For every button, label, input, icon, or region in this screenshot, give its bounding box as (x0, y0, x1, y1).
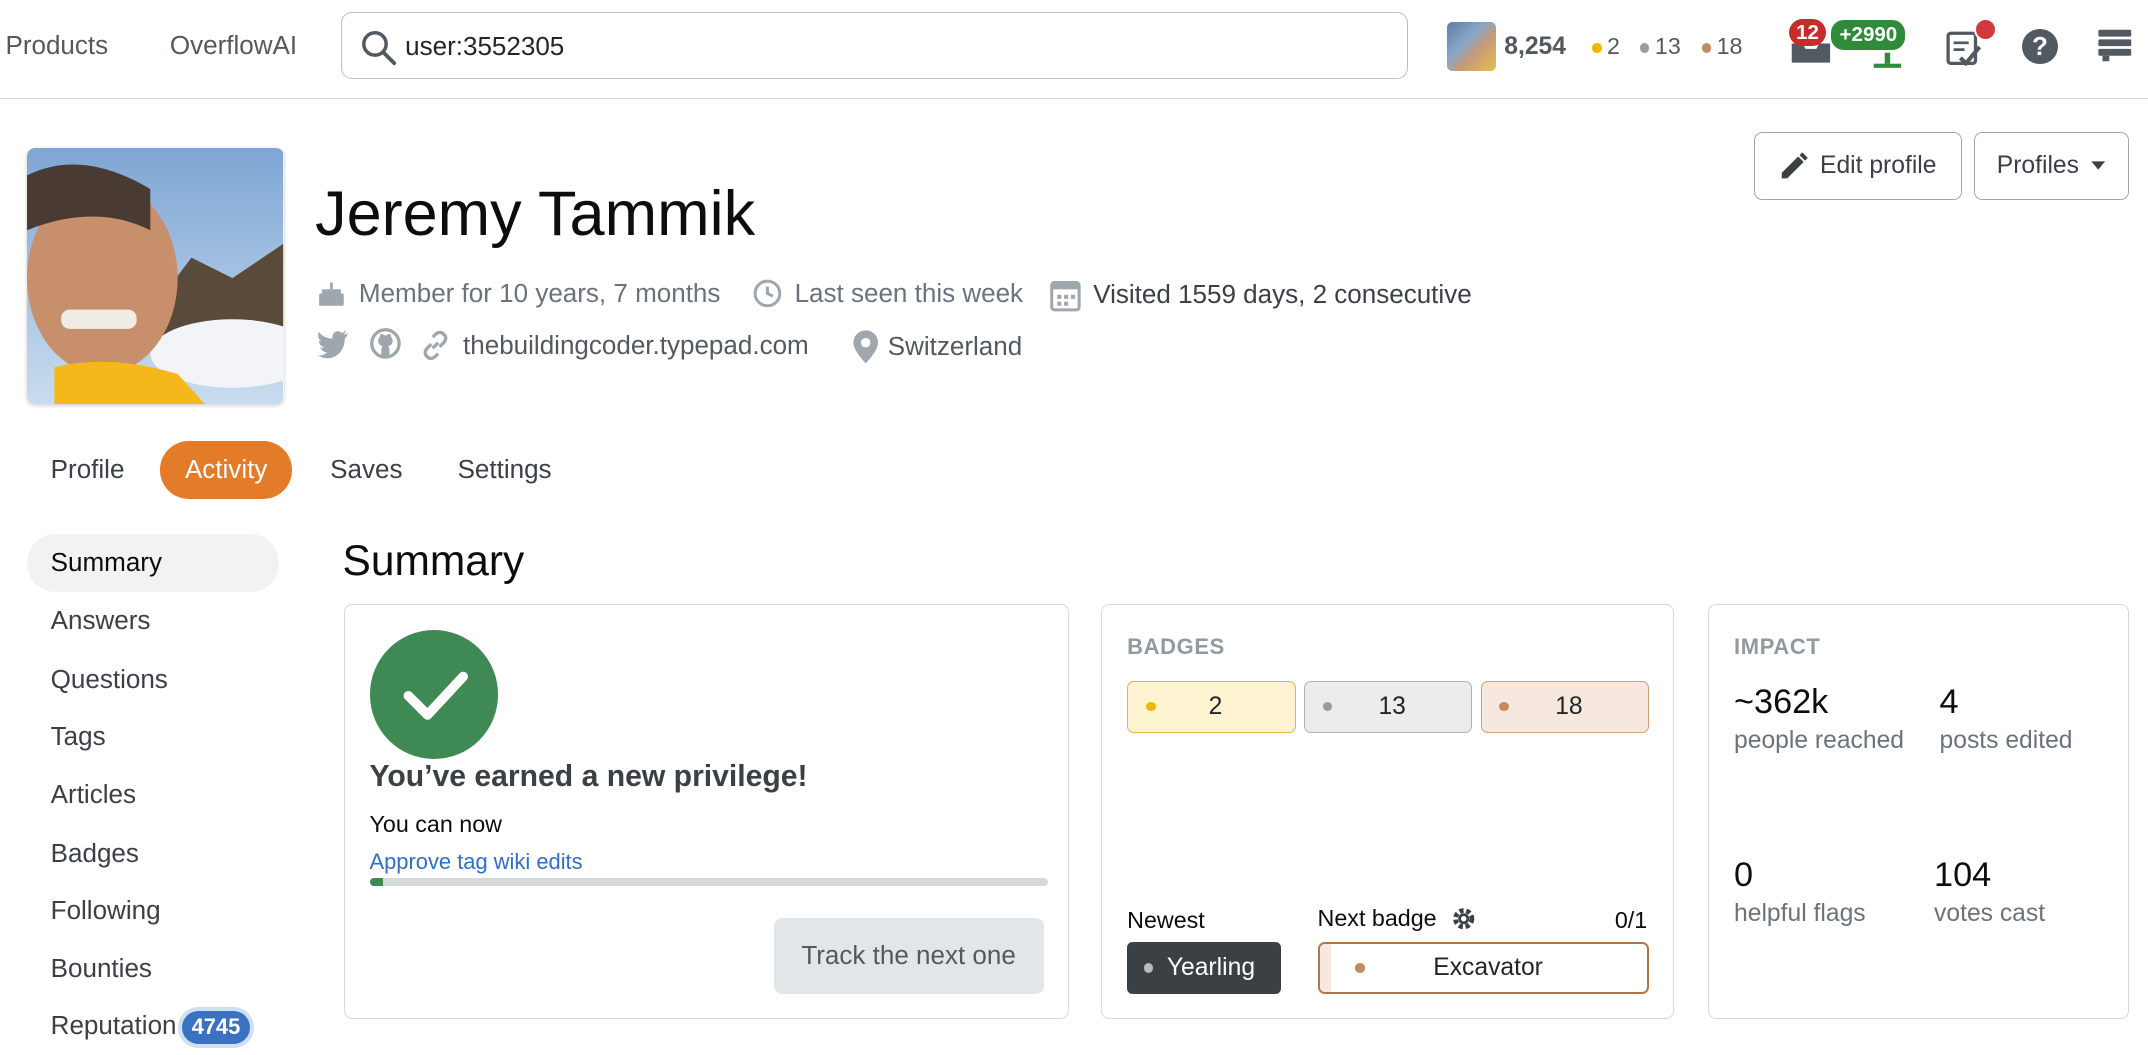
nav-overflowai[interactable]: OverflowAI (170, 30, 297, 61)
impact-card: IMPACT ~362k people reached 4 posts edit… (1708, 604, 2129, 1020)
privilege-progress-fill (369, 877, 384, 886)
impact-title: IMPACT (1734, 633, 1821, 659)
twitter-icon (317, 330, 348, 359)
location-pin-icon (853, 330, 879, 364)
sidebar-item-articles[interactable]: Articles (27, 766, 279, 824)
user-avatar[interactable] (1446, 21, 1497, 72)
calendar-icon (1050, 280, 1082, 312)
votes-cast-label: votes cast (1934, 899, 2046, 927)
sidebar-item-bounties[interactable]: Bounties (27, 940, 279, 998)
silver-badge-icon (1639, 42, 1650, 53)
tab-settings[interactable]: Settings (433, 441, 576, 499)
privilege-link[interactable]: Approve tag wiki edits (370, 849, 583, 875)
tab-saves[interactable]: Saves (306, 441, 428, 499)
newest-label: Newest (1127, 906, 1205, 933)
sidebar-item-reputation[interactable]: Reputation 4745 (27, 997, 279, 1055)
gold-dot-icon (1145, 701, 1156, 712)
github-icon (369, 328, 401, 360)
review-notification-dot (1974, 17, 1998, 42)
next-badge[interactable]: Excavator (1317, 942, 1650, 995)
privilege-progress-bar (369, 877, 1048, 886)
location: Switzerland (852, 329, 1022, 365)
reputation-count[interactable]: 8,254 (1504, 33, 1566, 61)
votes-cast-value: 104 (1934, 855, 1992, 894)
cake-icon (319, 282, 344, 306)
visited-days: Visited 1559 days, 2 consecutive (1049, 277, 1472, 313)
newest-badge[interactable]: Yearling (1127, 942, 1281, 995)
next-badge-progress-fill (1319, 944, 1331, 993)
bronze-dot-icon (1499, 701, 1509, 712)
tab-profile[interactable]: Profile (26, 441, 149, 499)
sidebar-item-following[interactable]: Following (27, 882, 279, 940)
gold-badge-icon (1591, 42, 1602, 53)
bronze-badges-pill[interactable]: 18 (1480, 680, 1650, 733)
people-reached-value: ~362k (1734, 683, 1829, 722)
pencil-icon (1781, 152, 1808, 179)
silver-badge-count[interactable]: 13 (1639, 33, 1681, 60)
search-icon (361, 31, 396, 66)
tab-activity[interactable]: Activity (160, 441, 292, 499)
posts-edited-label: posts edited (1939, 727, 2073, 755)
silver-badges-pill[interactable]: 13 (1303, 680, 1473, 733)
badges-title: BADGES (1127, 633, 1225, 659)
badges-card: BADGES 2 13 18 Newest Yearling Next badg… (1101, 604, 1675, 1020)
reputation-tab-count: 4745 (181, 1011, 250, 1044)
privilege-you-can-now: You can now (369, 810, 502, 837)
website-link[interactable]: thebuildingcoder.typepad.com (419, 329, 809, 362)
profiles-dropdown[interactable]: Profiles (1974, 131, 2129, 201)
helpful-flags-label: helpful flags (1734, 899, 1866, 927)
edit-profile-button[interactable]: Edit profile (1753, 131, 1962, 201)
top-bar: Products OverflowAI user:3552305 8,254 2… (0, 0, 2148, 99)
gold-badges-pill[interactable]: 2 (1127, 680, 1296, 733)
search-query: user:3552305 (405, 31, 565, 62)
user-display-name: Jeremy Tammik (315, 179, 756, 250)
achievements-button[interactable] (1871, 49, 1904, 68)
help-icon[interactable]: ? (2022, 28, 2058, 65)
last-seen: Last seen this week (751, 277, 1023, 310)
profile-avatar (27, 147, 284, 405)
summary-heading: Summary (342, 537, 525, 585)
next-badge-label: Next badge (1318, 905, 1478, 932)
achievements-icon (1874, 52, 1902, 68)
sidebar-item-answers[interactable]: Answers (27, 592, 279, 650)
gear-icon[interactable] (1450, 905, 1477, 932)
inbox-count-badge: 12 (1789, 19, 1826, 46)
nav-products[interactable]: Products (5, 30, 108, 61)
silver-dot-icon (1322, 701, 1333, 712)
checkmark-icon (403, 671, 468, 720)
achievements-badge: +2990 (1830, 19, 1907, 51)
caret-down-icon (2091, 161, 2105, 170)
next-badge-progress: 0/1 (1614, 906, 1648, 933)
track-next-button[interactable]: Track the next one (773, 917, 1044, 995)
helpful-flags-value: 0 (1734, 855, 1754, 894)
bronze-badge-count[interactable]: 18 (1701, 33, 1742, 60)
privilege-check-badge (369, 629, 499, 759)
github-link[interactable] (369, 327, 402, 366)
site-switcher-button[interactable] (2097, 27, 2133, 63)
posts-edited-value: 4 (1939, 683, 1959, 722)
privilege-title: You’ve earned a new privilege! (369, 759, 808, 793)
silver-dot-icon (1143, 963, 1154, 973)
search-input[interactable]: user:3552305 (341, 12, 1409, 80)
sidebar-item-badges[interactable]: Badges (27, 825, 279, 883)
privilege-card: You’ve earned a new privilege! You can n… (343, 604, 1069, 1020)
sidebar-item-tags[interactable]: Tags (27, 708, 279, 766)
sidebar-item-questions[interactable]: Questions (27, 651, 279, 709)
profile-photo (27, 147, 284, 405)
gold-badge-count[interactable]: 2 (1591, 33, 1620, 60)
sidebar-item-summary[interactable]: Summary (27, 534, 280, 592)
bronze-badge-icon (1701, 42, 1712, 53)
people-reached-label: people reached (1734, 727, 1905, 755)
bronze-dot-icon (1355, 963, 1365, 973)
clock-icon (753, 279, 782, 308)
stack-exchange-icon (2098, 30, 2132, 62)
link-icon (423, 330, 448, 360)
twitter-link[interactable] (316, 329, 349, 365)
member-for: Member for 10 years, 7 months (315, 277, 720, 310)
